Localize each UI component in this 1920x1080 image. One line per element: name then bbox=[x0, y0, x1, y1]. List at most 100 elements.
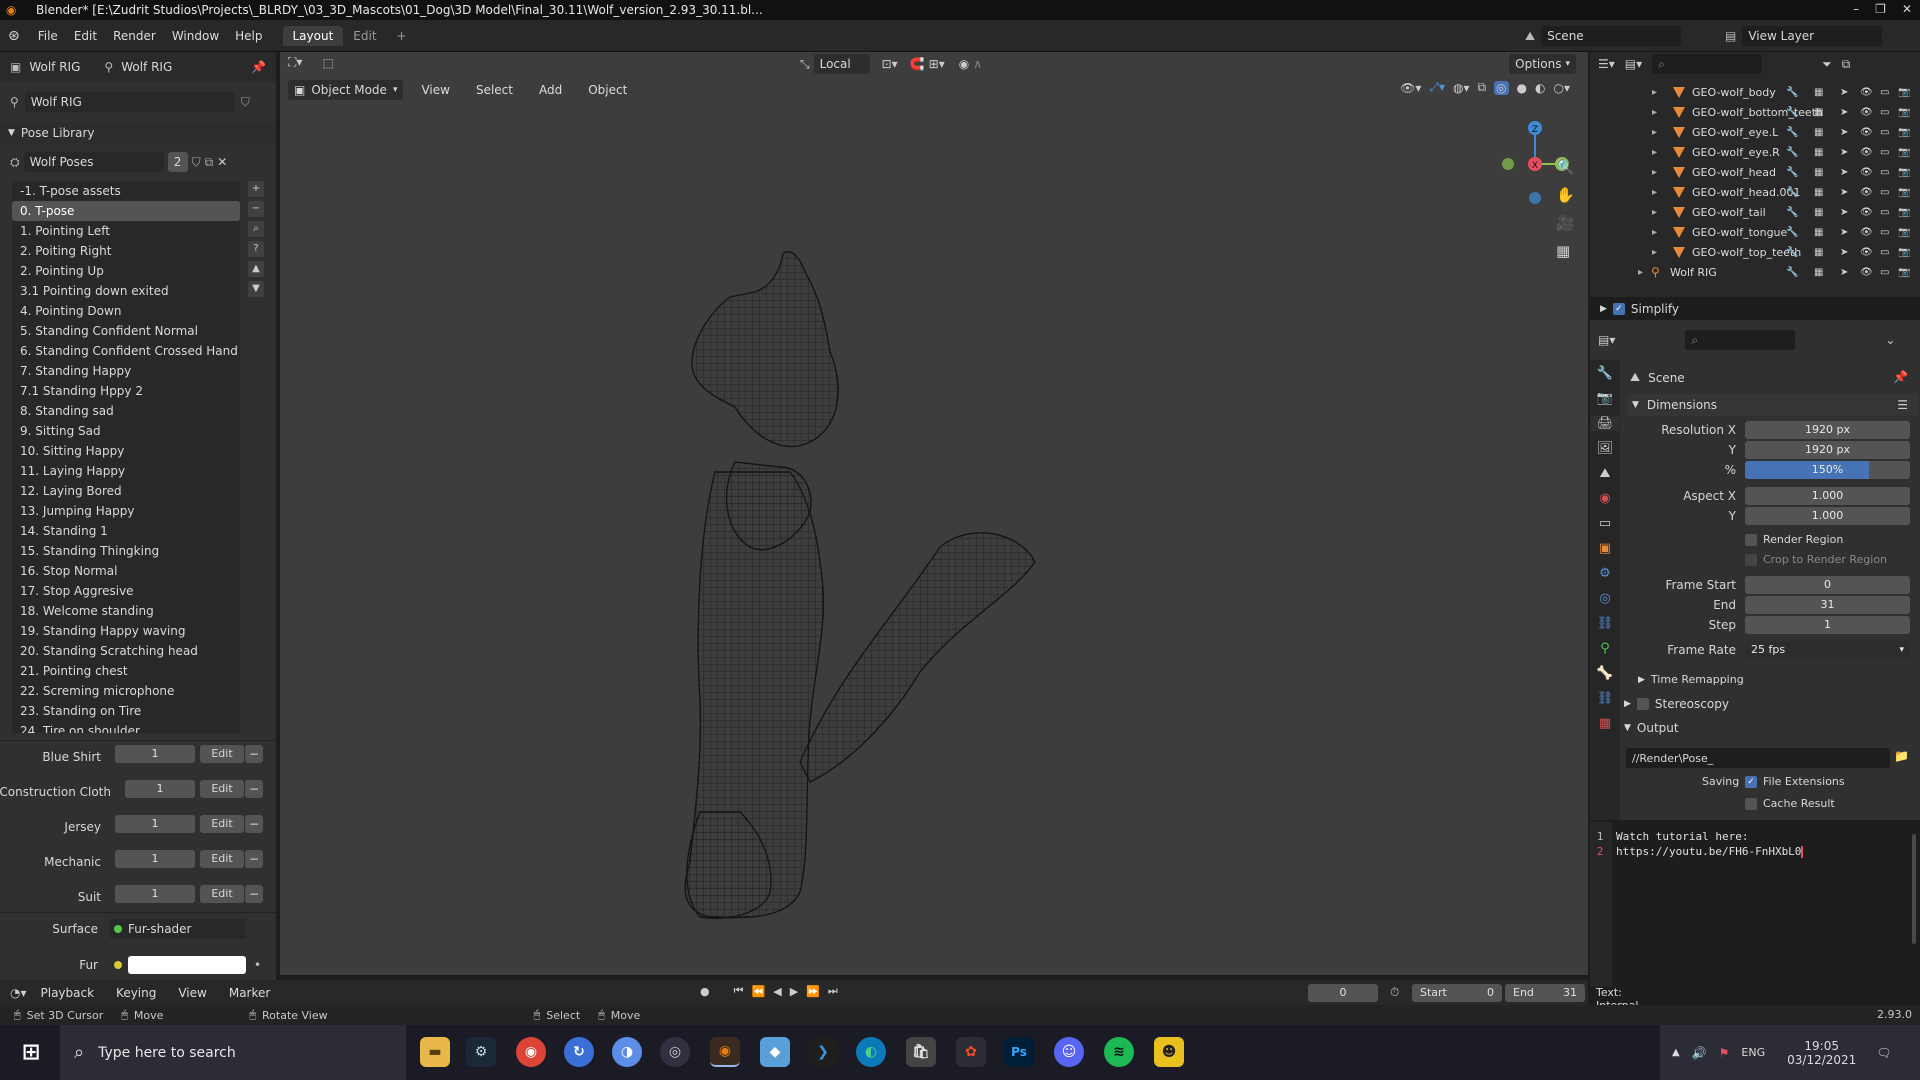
viewport-icon[interactable]: ▭ bbox=[1880, 147, 1889, 158]
pose-list-item[interactable]: 20. Standing Scratching head bbox=[12, 641, 240, 661]
select-icon[interactable]: ➤ bbox=[1840, 267, 1848, 278]
vscode-icon[interactable]: ❯ bbox=[808, 1037, 838, 1067]
remove-property-button[interactable]: − bbox=[245, 745, 263, 763]
viewport-icon[interactable]: ▭ bbox=[1880, 267, 1889, 278]
eye-icon[interactable]: 👁 bbox=[1860, 267, 1873, 278]
eye-icon[interactable]: 👁 bbox=[1860, 127, 1873, 138]
select-icon[interactable]: ➤ bbox=[1840, 107, 1848, 118]
viewport-icon[interactable]: ▭ bbox=[1880, 107, 1889, 118]
collapse-arrow-icon[interactable]: ▶ bbox=[1624, 699, 1631, 709]
snap-target-icon[interactable]: ⊞▾ bbox=[929, 57, 945, 71]
stereoscopy-checkbox[interactable] bbox=[1636, 698, 1649, 710]
outliner-item[interactable]: ▸ GEO-wolf_body 🔧 ▦ ➤ 👁 ▭ 📷 bbox=[1590, 82, 1920, 102]
overlay-icon[interactable]: ◍▾ bbox=[1453, 81, 1470, 95]
tray-chevron-icon[interactable]: ▲ bbox=[1672, 1047, 1680, 1058]
notifications-icon[interactable]: 🗨 bbox=[1876, 1046, 1891, 1060]
viewport-icon[interactable]: ▭ bbox=[1880, 227, 1889, 238]
render-icon[interactable]: 📷 bbox=[1898, 187, 1910, 198]
outliner-search-input[interactable]: ⌕ bbox=[1652, 54, 1763, 74]
modifier-icon[interactable]: 🔧 bbox=[1786, 107, 1798, 118]
expand-arrow-icon[interactable]: ▸ bbox=[1638, 267, 1643, 278]
expand-arrow-icon[interactable]: ▸ bbox=[1652, 147, 1657, 158]
constraint-tab-icon[interactable]: ⛓ bbox=[1597, 616, 1614, 631]
discord-icon[interactable]: ☺ bbox=[1054, 1037, 1084, 1067]
text-editor[interactable]: 1 Watch tutorial here: 2 https://youtu.b… bbox=[1590, 822, 1920, 987]
prev-keyframe-icon[interactable]: ⏪ bbox=[752, 985, 766, 998]
modifier-icon[interactable]: 🔧 bbox=[1786, 147, 1798, 158]
obs-icon[interactable]: ◎ bbox=[660, 1037, 690, 1067]
new-collection-icon[interactable]: ⧉ bbox=[1842, 57, 1851, 72]
blender-taskbar-icon[interactable]: ◉ bbox=[710, 1037, 740, 1067]
search-pose-icon[interactable]: ⌕ bbox=[248, 221, 264, 237]
solid-shading-icon[interactable]: ● bbox=[1517, 81, 1527, 95]
outliner-item[interactable]: ▸ GEO-wolf_top_teeth 🔧 ▦ ➤ 👁 ▭ 📷 bbox=[1590, 242, 1920, 262]
neg-z-axis-icon[interactable] bbox=[1529, 192, 1541, 204]
figma-icon[interactable]: ✿ bbox=[956, 1037, 986, 1067]
select-icon[interactable]: ➤ bbox=[1840, 227, 1848, 238]
language-indicator[interactable]: ENG bbox=[1741, 1046, 1765, 1059]
viewport-icon[interactable]: ▭ bbox=[1880, 127, 1889, 138]
expand-arrow-icon[interactable]: ▸ bbox=[1652, 207, 1657, 218]
pan-hand-icon[interactable]: ✋ bbox=[1556, 186, 1575, 204]
data-icon[interactable]: ▦ bbox=[1814, 227, 1823, 238]
timeline-menu-view[interactable]: View bbox=[170, 986, 214, 1000]
file-extensions-checkbox[interactable]: ✓ bbox=[1745, 775, 1757, 788]
expand-arrow-icon[interactable]: ▸ bbox=[1652, 127, 1657, 138]
crop-region-checkbox[interactable] bbox=[1745, 553, 1757, 566]
data-icon[interactable]: ▦ bbox=[1814, 187, 1823, 198]
photoshop-icon[interactable]: Ps bbox=[1004, 1037, 1034, 1067]
unlink-icon[interactable]: ✕ bbox=[217, 155, 227, 169]
edit-button[interactable]: Edit bbox=[200, 815, 244, 833]
text-editor-scrollbar[interactable] bbox=[1912, 834, 1916, 944]
collapse-arrow-icon[interactable]: ▶ bbox=[1638, 675, 1645, 685]
timeline-editor-icon[interactable]: ◔▾ bbox=[10, 986, 27, 1000]
viewport-icon[interactable]: ▭ bbox=[1880, 207, 1889, 218]
world-tab-icon[interactable]: ◉ bbox=[1599, 491, 1610, 506]
pose-list-item[interactable]: 6. Standing Confident Crossed Hand bbox=[12, 341, 240, 361]
collapse-arrow-icon[interactable]: ▼ bbox=[1624, 723, 1631, 733]
chrome-icon[interactable]: ◉ bbox=[516, 1037, 546, 1067]
render-icon[interactable]: 📷 bbox=[1898, 207, 1910, 218]
modifier-icon[interactable]: 🔧 bbox=[1786, 127, 1798, 138]
expand-arrow-icon[interactable]: ▸ bbox=[1652, 227, 1657, 238]
eye-icon[interactable]: 👁 bbox=[1860, 147, 1873, 158]
properties-editor-icon[interactable]: ▤▾ bbox=[1598, 333, 1615, 347]
options-dropdown[interactable]: Options ▾ bbox=[1509, 54, 1576, 74]
camera-view-icon[interactable]: 🎥 bbox=[1556, 214, 1575, 232]
collapse-arrow-icon[interactable]: ▶ bbox=[1600, 304, 1607, 314]
display-mode-icon[interactable]: ▤▾ bbox=[1625, 57, 1642, 71]
xray-icon[interactable]: ⧉ bbox=[1477, 80, 1486, 95]
edit-button[interactable]: Edit bbox=[200, 745, 244, 763]
render-icon[interactable]: 📷 bbox=[1898, 267, 1910, 278]
view-layer-icon[interactable]: ▤ bbox=[1725, 29, 1736, 43]
move-down-button[interactable]: ▼ bbox=[248, 281, 264, 297]
properties-search-input[interactable]: ⌕ bbox=[1685, 330, 1796, 350]
expand-arrow-icon[interactable]: ▸ bbox=[1652, 87, 1657, 98]
move-up-button[interactable]: ▲ bbox=[248, 261, 264, 277]
collapse-arrow-icon[interactable]: ▼ bbox=[8, 128, 15, 138]
presets-icon[interactable]: ☰ bbox=[1897, 398, 1908, 412]
falloff-icon[interactable]: ∧ bbox=[973, 57, 982, 71]
select-icon[interactable]: ➤ bbox=[1840, 87, 1848, 98]
cache-result-checkbox[interactable] bbox=[1745, 797, 1757, 810]
proportional-edit-icon[interactable]: ◉ bbox=[959, 57, 969, 71]
timeline-end-field[interactable]: End 31 bbox=[1505, 984, 1585, 1002]
windows-start-icon[interactable]: ⊞ bbox=[16, 1037, 46, 1067]
add-workspace-button[interactable]: + bbox=[387, 26, 417, 46]
pose-list-item[interactable]: 15. Standing Thingking bbox=[12, 541, 240, 561]
tab-edit[interactable]: Edit bbox=[343, 26, 386, 46]
data-tab-icon[interactable]: ⚲ bbox=[1600, 641, 1610, 656]
tab-layout[interactable]: Layout bbox=[282, 26, 344, 46]
remove-property-button[interactable]: − bbox=[245, 850, 263, 868]
select-icon[interactable]: ➤ bbox=[1840, 127, 1848, 138]
pose-list-item[interactable]: 21. Pointing chest bbox=[12, 661, 240, 681]
app-icon[interactable]: ◑ bbox=[612, 1037, 642, 1067]
pose-list-item[interactable]: 10. Sitting Happy bbox=[12, 441, 240, 461]
modifier-tab-icon[interactable]: ⚙ bbox=[1599, 566, 1611, 581]
render-icon[interactable]: 📷 bbox=[1898, 167, 1910, 178]
pose-list-item[interactable]: 3.1 Pointing down exited bbox=[12, 281, 240, 301]
pin-icon[interactable]: 📌 bbox=[251, 60, 266, 74]
pose-list-item[interactable]: 9. Sitting Sad bbox=[12, 421, 240, 441]
options-chevron-icon[interactable]: ⌄ bbox=[1885, 333, 1895, 347]
edit-button[interactable]: Edit bbox=[200, 850, 244, 868]
